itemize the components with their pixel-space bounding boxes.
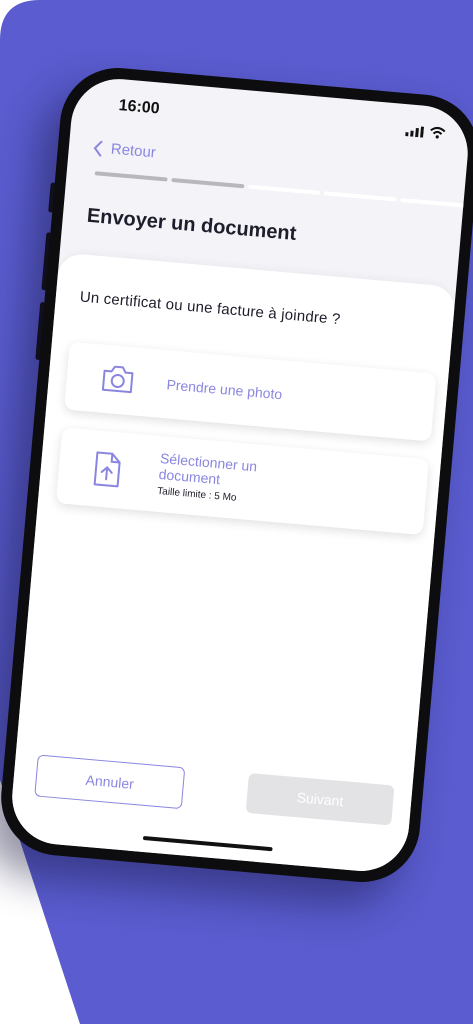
chevron-left-icon: [93, 140, 103, 157]
home-indicator: [142, 835, 273, 852]
phone-screen: 16:00 Retour Envoyer un document Un cert…: [8, 75, 472, 875]
wifi-icon: [430, 126, 446, 139]
back-label: Retour: [110, 140, 157, 162]
progress-step: [324, 191, 397, 202]
cellular-signal-icon: [405, 126, 425, 138]
progress-step: [400, 197, 472, 209]
take-photo-option[interactable]: Prendre une photo: [64, 341, 437, 442]
progress-step: [247, 184, 321, 195]
status-time: 16:00: [117, 97, 161, 118]
progress-step: [94, 171, 168, 182]
file-size-hint: Taille limite : 5 Mo: [156, 485, 237, 504]
file-upload-icon: [93, 451, 121, 488]
question-text: Un certificat ou une facture à joindre ?: [79, 288, 342, 329]
progress-bar: [94, 171, 472, 209]
phone-mockup: 16:00 Retour Envoyer un document Un cert…: [0, 63, 473, 887]
status-icons: [405, 124, 446, 139]
content-sheet: Un certificat ou une facture à joindre ?…: [8, 252, 457, 875]
camera-icon: [101, 365, 134, 394]
next-button[interactable]: Suivant: [245, 772, 395, 826]
take-photo-label: Prendre une photo: [165, 376, 283, 403]
select-document-option[interactable]: Sélectionner un document Taille limite :…: [55, 427, 430, 536]
back-button[interactable]: Retour: [92, 139, 157, 162]
page-title: Envoyer un document: [86, 204, 298, 245]
progress-step: [171, 177, 244, 189]
cancel-button[interactable]: Annuler: [34, 754, 186, 810]
